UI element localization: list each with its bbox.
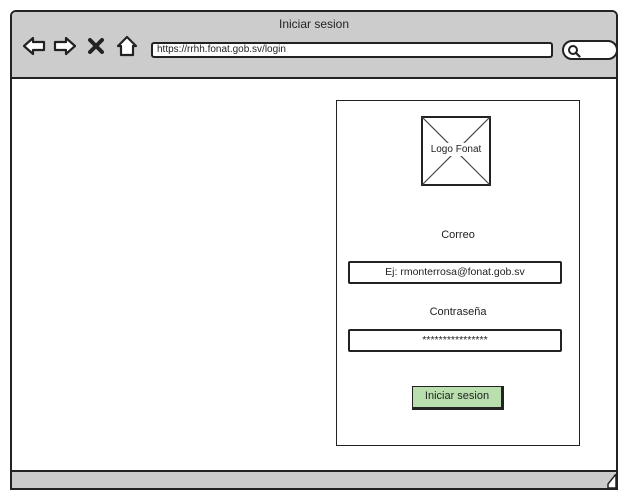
back-button[interactable] <box>22 34 46 58</box>
home-button[interactable] <box>115 34 139 58</box>
login-panel: Logo Fonat Correo Ej: rmonterrosa@fonat.… <box>336 100 580 446</box>
logo-label: Logo Fonat <box>421 143 491 156</box>
browser-toolbar: Iniciar sesion https://rrhh.fonat.gob.sv… <box>12 12 616 79</box>
window-title: Iniciar sesion <box>278 17 350 31</box>
nav-buttons <box>22 34 139 58</box>
page-content: Logo Fonat Correo Ej: rmonterrosa@fonat.… <box>12 79 616 488</box>
logo-image: Logo Fonat <box>421 116 491 186</box>
search-box[interactable] <box>562 40 616 60</box>
password-label: Contraseña <box>429 306 487 318</box>
login-button[interactable]: Iniciar sesion <box>412 386 504 410</box>
password-field[interactable]: **************** <box>348 329 562 352</box>
status-bar <box>12 470 616 488</box>
close-x-icon <box>88 38 104 54</box>
email-field[interactable]: Ej: rmonterrosa@fonat.gob.sv <box>348 261 562 284</box>
logo-label-text: Logo Fonat <box>428 143 484 156</box>
email-label: Correo <box>441 229 475 241</box>
arrow-right-icon <box>53 36 77 56</box>
arrow-left-icon <box>22 36 46 56</box>
forward-button[interactable] <box>53 34 77 58</box>
search-icon <box>568 45 581 58</box>
resize-grip-icon[interactable] <box>606 474 616 488</box>
home-icon <box>116 35 138 57</box>
address-bar[interactable]: https://rrhh.fonat.gob.sv/login <box>151 42 553 58</box>
browser-window: Iniciar sesion https://rrhh.fonat.gob.sv… <box>10 10 618 490</box>
stop-button[interactable] <box>84 34 108 58</box>
